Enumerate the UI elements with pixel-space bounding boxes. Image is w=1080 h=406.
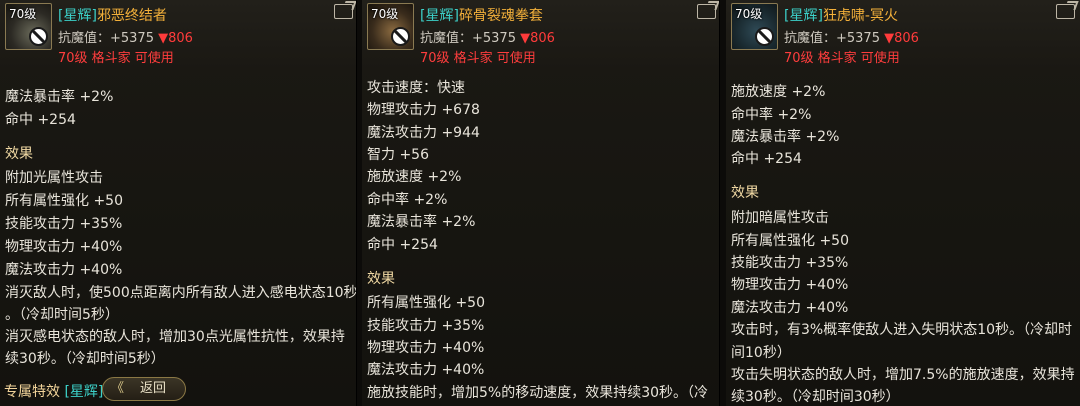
effect-line: 攻击时，有3%概率使敌人进入失明状态10秒。（冷却时: [731, 322, 1073, 338]
item-tag: [星辉]: [784, 8, 823, 24]
item-level: 70级: [9, 7, 37, 21]
item-tooltip-2: 70级 [星辉]碎骨裂魂拳套 抗魔值：+5375 ▼806 70级 格斗家 可使…: [362, 0, 720, 406]
stat-line: 命中 +254: [5, 112, 76, 128]
effect-line: 技能攻击力 +35%: [367, 318, 485, 334]
stat-line: 魔法暴击率 +2%: [731, 129, 840, 145]
item-tooltip-3: 70级 [星辉]狂虎啸-冥火 抗魔值：+5375 ▼806 70级 格斗家 可使…: [726, 0, 1080, 406]
stat-line: 命中率 +2%: [731, 107, 812, 123]
exclusive-effect-tag: [星辉]: [64, 384, 104, 400]
resist-label: 抗魔值：+5375: [420, 31, 516, 46]
effect-line: 攻击失明状态的敌人时，增加7.5%的施放速度，效果持: [731, 367, 1075, 383]
stat-line: 魔法暴击率 +2%: [5, 89, 114, 105]
back-button-label: 返回: [140, 381, 167, 396]
item-tag: [星辉]: [58, 8, 97, 24]
effect-heading: 效果: [5, 146, 33, 162]
effect-line: 间10秒）: [731, 345, 791, 361]
item-title: [星辉]碎骨裂魂拳套: [420, 5, 543, 25]
effect-line: 附加暗属性攻击: [731, 210, 829, 226]
resist-decrease: ▼806: [884, 31, 919, 46]
effect-heading: 效果: [731, 185, 759, 201]
share-icon[interactable]: [697, 4, 716, 19]
exclusive-effect-text: 专属特效: [4, 384, 60, 400]
effect-line: 魔法攻击力 +40%: [367, 362, 485, 378]
stat-line: 物理攻击力 +678: [367, 102, 480, 118]
exclusive-effect-label: 专属特效 [星辉]: [4, 381, 103, 401]
effect-line: 所有属性强化 +50: [5, 193, 123, 209]
item-name: 邪恶终结者: [96, 8, 167, 24]
ban-icon: [29, 27, 48, 46]
stat-line: 攻击速度：快速: [367, 80, 465, 96]
effect-line: 物理攻击力 +40%: [367, 340, 485, 356]
effect-line: 魔法攻击力 +40%: [5, 262, 123, 278]
resist-stat: 抗魔值：+5375 ▼806: [58, 27, 193, 46]
item-level: 70级: [371, 7, 399, 21]
stat-line: 施放速度 +2%: [367, 169, 462, 185]
item-icon[interactable]: 70级: [367, 3, 414, 50]
stat-line: 魔法攻击力 +944: [367, 125, 480, 141]
effect-line: 物理攻击力 +40%: [731, 277, 849, 293]
item-icon[interactable]: 70级: [5, 3, 52, 50]
resist-decrease: ▼806: [520, 31, 555, 46]
share-icon[interactable]: [1056, 4, 1075, 19]
usage-requirement: 70级 格斗家 可使用: [784, 51, 900, 66]
back-button[interactable]: 《 返回: [102, 377, 186, 401]
stat-line: 命中 +254: [367, 237, 438, 253]
stat-line: 魔法暴击率 +2%: [367, 214, 476, 230]
effect-line: 技能攻击力 +35%: [731, 255, 849, 271]
tooltip-comparison: 70级 [星辉]邪恶终结者 抗魔值：+5375 ▼806 70级 格斗家 可使用…: [0, 0, 1080, 406]
item-title: [星辉]狂虎啸-冥火: [784, 5, 898, 25]
effect-line: 所有属性强化 +50: [731, 233, 849, 249]
item-icon[interactable]: 70级: [731, 3, 778, 50]
item-tag: [星辉]: [420, 8, 459, 24]
item-title: [星辉]邪恶终结者: [58, 5, 167, 25]
stat-line: 智力 +56: [367, 147, 429, 163]
usage-requirement: 70级 格斗家 可使用: [58, 51, 174, 66]
effect-line: 魔法攻击力 +40%: [731, 300, 849, 316]
ban-icon: [391, 27, 410, 46]
effect-line: 续30秒。（冷却时间5秒）: [5, 351, 165, 367]
effect-line: 附加光属性攻击: [5, 170, 103, 186]
effect-line: 所有属性强化 +50: [367, 295, 485, 311]
stat-line: 命中率 +2%: [367, 192, 448, 208]
double-chevron-left-icon: 《: [111, 381, 125, 396]
resist-decrease: ▼806: [158, 31, 193, 46]
item-name: 狂虎啸-冥火: [822, 8, 898, 24]
effect-heading: 效果: [367, 271, 395, 287]
resist-stat: 抗魔值：+5375 ▼806: [420, 27, 555, 46]
effect-line: 。（冷却时间5秒）: [5, 307, 119, 323]
item-tooltip-1: 70级 [星辉]邪恶终结者 抗魔值：+5375 ▼806 70级 格斗家 可使用…: [0, 0, 357, 406]
resist-stat: 抗魔值：+5375 ▼806: [784, 27, 919, 46]
effect-line: 施放技能时，增加5%的移动速度，效果持续30秒。（冷: [367, 385, 709, 401]
effect-line: 物理攻击力 +40%: [5, 239, 123, 255]
usage-requirement: 70级 格斗家 可使用: [420, 51, 536, 66]
resist-label: 抗魔值：+5375: [58, 31, 154, 46]
item-name: 碎骨裂魂拳套: [458, 8, 543, 24]
share-icon[interactable]: [334, 4, 353, 19]
stat-line: 施放速度 +2%: [731, 84, 826, 100]
ban-icon: [755, 27, 774, 46]
stat-line: 命中 +254: [731, 151, 802, 167]
effect-line: 消灭敌人时，使500点距离内所有敌人进入感电状态10秒: [5, 285, 357, 301]
item-level: 70级: [735, 7, 763, 21]
effect-line: 消灭感电状态的敌人时，增加30点光属性抗性，效果持: [5, 329, 345, 345]
effect-line: 续30秒。（冷却时间30秒）: [731, 389, 900, 405]
resist-label: 抗魔值：+5375: [784, 31, 880, 46]
effect-line: 技能攻击力 +35%: [5, 216, 123, 232]
